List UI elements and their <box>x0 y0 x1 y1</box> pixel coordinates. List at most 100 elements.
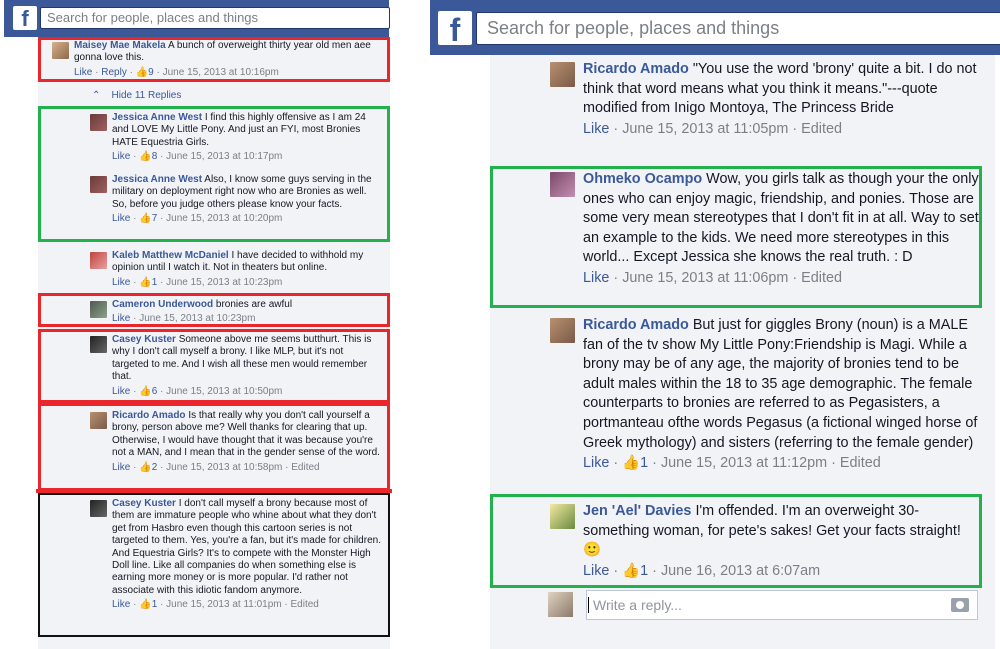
like-link[interactable]: Like <box>112 151 130 162</box>
comment-timestamp[interactable]: June 15, 2013 at 11:12pm <box>661 455 827 471</box>
comment-author[interactable]: Ricardo Amado <box>112 410 186 421</box>
comment-author[interactable]: Ricardo Amado <box>583 317 689 333</box>
like-link[interactable]: Like <box>112 313 130 324</box>
avatar[interactable] <box>90 114 107 131</box>
reply-item: Casey Kuster I don't call myself a brony… <box>90 498 382 612</box>
thumbs-up-icon[interactable]: 👍 <box>139 599 151 610</box>
reply-item: Jessica Anne West I find this highly off… <box>90 112 382 164</box>
like-link[interactable]: Like <box>112 386 130 397</box>
like-count[interactable]: 1 <box>640 563 648 579</box>
comment-timestamp[interactable]: June 16, 2013 at 6:07am <box>661 563 820 579</box>
thumbs-up-icon[interactable]: 👍 <box>139 277 151 288</box>
comment-author[interactable]: Cameron Underwood <box>112 299 213 310</box>
comment-author[interactable]: Casey Kuster <box>112 334 176 345</box>
reply-item: Jen 'Ael' Davies I'm offended. I'm an ov… <box>550 502 980 581</box>
avatar[interactable] <box>90 500 107 517</box>
like-link[interactable]: Like <box>112 599 130 610</box>
comment-timestamp[interactable]: June 15, 2013 at 11:01pm <box>166 599 281 610</box>
chevron-up-icon: ⌃ <box>92 90 101 101</box>
thumbs-up-icon[interactable]: 👍 <box>136 67 148 78</box>
comment-text: But just for giggles Brony (noun) is a M… <box>583 317 978 451</box>
like-link[interactable]: Like <box>74 67 92 78</box>
edited-label[interactable]: Edited <box>801 270 842 286</box>
thumbs-up-icon[interactable]: 👍 <box>139 386 151 397</box>
comment-meta: Like · June 15, 2013 at 10:23pm <box>112 313 256 325</box>
comment-meta: Like · Reply · 👍9 · June 15, 2013 at 10:… <box>74 66 279 78</box>
avatar[interactable] <box>52 42 69 59</box>
avatar[interactable] <box>90 301 107 318</box>
like-count[interactable]: 8 <box>152 151 158 162</box>
text-caret <box>588 597 589 613</box>
like-count[interactable]: 6 <box>152 386 158 397</box>
like-link[interactable]: Like <box>112 213 130 224</box>
reply-input[interactable]: Write a reply... <box>586 590 978 620</box>
avatar[interactable] <box>90 412 107 429</box>
comment-author[interactable]: Jen 'Ael' Davies <box>583 503 691 519</box>
comment-author[interactable]: Jessica Anne West <box>112 174 202 185</box>
like-count[interactable]: 9 <box>148 67 154 78</box>
like-count[interactable]: 1 <box>152 599 158 610</box>
thumbs-up-icon[interactable]: 👍 <box>139 213 151 224</box>
like-link[interactable]: Like <box>583 270 609 286</box>
comment-timestamp[interactable]: June 15, 2013 at 11:05pm <box>622 121 788 137</box>
avatar[interactable] <box>90 252 107 269</box>
avatar[interactable] <box>90 336 107 353</box>
comment-timestamp[interactable]: June 15, 2013 at 10:16pm <box>163 67 279 78</box>
comment-author[interactable]: Ricardo Amado <box>583 61 689 77</box>
comment-author[interactable]: Casey Kuster <box>112 498 176 509</box>
thumbs-up-icon[interactable]: 👍 <box>622 455 640 471</box>
reply-item: Ohmeko Ocampo Wow, you girls talk as tho… <box>550 170 980 289</box>
reply-item: Ricardo Amado "You use the word 'brony' … <box>550 60 980 139</box>
reply-item: Casey Kuster Someone above me seems butt… <box>90 334 382 398</box>
edited-label[interactable]: Edited <box>291 462 319 473</box>
comment-timestamp[interactable]: June 15, 2013 at 10:58pm <box>166 462 282 473</box>
comment-timestamp[interactable]: June 15, 2013 at 10:50pm <box>166 386 282 397</box>
comment-timestamp[interactable]: June 15, 2013 at 10:23pm <box>139 313 255 324</box>
comment-meta: Like · 👍1 · June 15, 2013 at 11:01pm · E… <box>112 599 319 611</box>
comment-timestamp[interactable]: June 15, 2013 at 10:23pm <box>166 277 282 288</box>
like-count[interactable]: 1 <box>640 455 648 471</box>
search-input[interactable]: Search for people, places and things <box>476 12 1000 45</box>
comment-meta: Like · 👍8 · June 15, 2013 at 10:17pm <box>112 151 283 163</box>
thumbs-up-icon[interactable]: 👍 <box>139 462 151 473</box>
thumbs-up-icon[interactable]: 👍 <box>622 563 640 579</box>
comment-meta: Like · June 15, 2013 at 11:06pm · Edited <box>583 269 842 286</box>
facebook-top-bar: f Search for people, places and things <box>4 0 390 37</box>
comment-author[interactable]: Kaleb Matthew McDaniel <box>112 250 229 261</box>
comment-timestamp[interactable]: June 15, 2013 at 11:06pm <box>622 270 788 286</box>
like-count[interactable]: 7 <box>152 213 158 224</box>
comment-author[interactable]: Ohmeko Ocampo <box>583 171 702 187</box>
reply-item: Ricardo Amado But just for giggles Brony… <box>550 316 980 474</box>
comment-meta: Like · 👍7 · June 15, 2013 at 10:20pm <box>112 213 283 225</box>
comment-timestamp[interactable]: June 15, 2013 at 10:20pm <box>166 213 282 224</box>
write-reply-row: Write a reply... <box>548 590 978 620</box>
comment-author[interactable]: Jessica Anne West <box>112 112 202 123</box>
facebook-logo-icon[interactable]: f <box>438 11 472 48</box>
like-link[interactable]: Like <box>583 121 609 137</box>
camera-icon[interactable] <box>951 598 969 612</box>
like-link[interactable]: Like <box>112 462 130 473</box>
edited-label[interactable]: Edited <box>840 455 881 471</box>
comment-author[interactable]: Maisey Mae Makela <box>74 40 166 51</box>
hide-replies-link[interactable]: ⌃ Hide 11 Replies <box>92 90 181 101</box>
reply-item: Cameron Underwood bronies are awful Like… <box>90 299 382 326</box>
avatar[interactable] <box>550 318 575 343</box>
facebook-logo-icon[interactable]: f <box>13 6 37 31</box>
avatar[interactable] <box>90 176 107 193</box>
avatar[interactable] <box>550 172 575 197</box>
like-count[interactable]: 2 <box>152 462 158 473</box>
right-screenshot-panel: f Search for people, places and things R… <box>430 0 1000 649</box>
like-link[interactable]: Like <box>112 277 130 288</box>
like-link[interactable]: Like <box>583 455 609 471</box>
reply-link[interactable]: Reply <box>101 67 127 78</box>
like-link[interactable]: Like <box>583 563 609 579</box>
search-input[interactable]: Search for people, places and things <box>40 7 390 29</box>
avatar[interactable] <box>550 504 575 529</box>
like-count[interactable]: 1 <box>152 277 158 288</box>
edited-label[interactable]: Edited <box>801 121 842 137</box>
avatar[interactable] <box>550 62 575 87</box>
comment-timestamp[interactable]: June 15, 2013 at 10:17pm <box>166 151 282 162</box>
smiley-emoji-icon: 🙂 <box>583 542 601 559</box>
thumbs-up-icon[interactable]: 👍 <box>139 151 151 162</box>
edited-label[interactable]: Edited <box>291 599 319 610</box>
